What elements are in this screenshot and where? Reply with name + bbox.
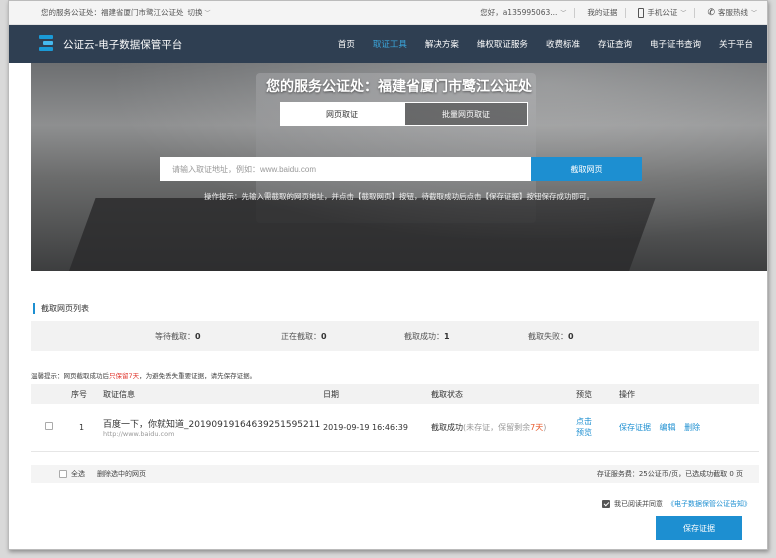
- user-greeting-menu[interactable]: 您好，a135995063... ﹀: [480, 7, 566, 18]
- capture-stats-bar: 等待截取：0 正在截取：0 截取成功：1 截取失败：0: [31, 321, 759, 351]
- nav-rights-service[interactable]: 维权取证服务: [477, 38, 528, 50]
- col-actions: 操作: [619, 384, 759, 404]
- mobile-phone-icon: [638, 7, 645, 18]
- select-all-label[interactable]: 全选: [71, 469, 85, 479]
- hero-title: 您的服务公证处：福建省厦门市鹭江公证处: [266, 79, 532, 95]
- url-capture-form: 截取网页: [160, 157, 642, 181]
- stat-success: 截取成功：1: [404, 331, 450, 341]
- main-navbar: 公证云-电子数据保管平台 首页 取证工具 解决方案 维权取证服务 收费标准 存证…: [9, 25, 767, 63]
- row-info: 百度一下，你就知道_20190919164639251595211 http:/…: [103, 404, 323, 452]
- chevron-down-icon: ﹀: [560, 10, 567, 17]
- delete-selected-button[interactable]: 删除选中的网页: [97, 469, 146, 479]
- chevron-down-icon: ﹀: [750, 10, 757, 17]
- tab-batch-capture[interactable]: 批量网页取证: [404, 102, 528, 126]
- tab-webpage-capture[interactable]: 网页取证: [280, 102, 404, 126]
- retention-notice: 温馨提示：网页截取成功后只保留7天，为避免丢失重要证据，请先保存证据。: [31, 372, 257, 380]
- capture-table: 序号 取证信息 日期 截取状态 预览 操作 1 百度一下，你就知道_201909…: [31, 384, 759, 452]
- divider: [574, 7, 576, 18]
- service-office-label: 您的服务公证处：福建省厦门市鹭江公证处: [41, 8, 184, 17]
- nav-about[interactable]: 关于平台: [719, 38, 753, 50]
- divider: [694, 7, 696, 18]
- top-utility-bar: 您的服务公证处：福建省厦门市鹭江公证处 切换 ﹀ 您好，a135995063..…: [9, 1, 767, 25]
- row-checkbox[interactable]: [45, 422, 53, 431]
- operation-tip: 操作提示：先输入需截取的网页地址，并点击【截取网页】按钮，待截取成功后点击【保存…: [204, 192, 594, 201]
- row-index: 1: [71, 404, 103, 452]
- row-status: 截取成功(未存证，保留剩余7天): [431, 404, 576, 452]
- edit-link[interactable]: 编辑: [660, 423, 676, 432]
- chevron-down-icon: ﹀: [680, 10, 687, 17]
- divider: [625, 7, 627, 18]
- url-input[interactable]: [160, 157, 531, 181]
- platform-logo-icon: [39, 35, 53, 53]
- telephone-icon: ✆: [707, 7, 715, 18]
- chevron-down-icon: ﹀: [204, 10, 211, 17]
- nav-home[interactable]: 首页: [338, 38, 355, 50]
- save-evidence-link[interactable]: 保存证据: [619, 423, 651, 432]
- nav-evidence-query[interactable]: 存证查询: [598, 38, 632, 50]
- row-date: 2019-09-19 16:46:39: [323, 404, 431, 452]
- hero-banner: 您的服务公证处：福建省厦门市鹭江公证处 网页取证 批量网页取证 截取网页 操作提…: [31, 63, 767, 271]
- save-evidence-button[interactable]: 保存证据: [656, 516, 742, 540]
- hotline-label: 客服热线: [717, 8, 748, 17]
- nav-evidence-tools[interactable]: 取证工具: [373, 38, 407, 50]
- agree-checkbox[interactable]: [602, 500, 610, 508]
- row-url: http://www.baidu.com: [103, 429, 175, 438]
- agreement-row: 我已阅读并同意 《电子数据保管公证告知》: [602, 499, 751, 509]
- capture-mode-tabs: 网页取证 批量网页取证: [280, 102, 528, 126]
- bulk-action-bar: 全选 删除选中的网页 存证服务费：25公证币/页，已选成功截取 0 页: [31, 465, 759, 483]
- browser-page: 您的服务公证处：福建省厦门市鹭江公证处 切换 ﹀ 您好，a135995063..…: [8, 0, 768, 550]
- mobile-notary-menu[interactable]: 手机公证 ﹀: [638, 7, 686, 18]
- switch-office-link[interactable]: 切换: [188, 7, 203, 18]
- table-header-row: 序号 取证信息 日期 截取状态 预览 操作: [31, 384, 759, 404]
- nav-solutions[interactable]: 解决方案: [425, 38, 459, 50]
- table-row: 1 百度一下，你就知道_20190919164639251595211 http…: [31, 404, 759, 452]
- capture-webpage-button[interactable]: 截取网页: [531, 157, 642, 181]
- fee-info: 存证服务费：25公证币/页，已选成功截取 0 页: [596, 470, 743, 478]
- col-status: 截取状态: [431, 384, 576, 404]
- my-certificates-link[interactable]: 我的证据: [587, 7, 617, 18]
- stat-failed: 截取失败：0: [528, 331, 574, 341]
- mobile-notary-label: 手机公证: [647, 8, 678, 17]
- stat-waiting: 等待截取：0: [155, 331, 201, 341]
- select-all-checkbox[interactable]: [59, 470, 67, 478]
- nav-pricing[interactable]: 收费标准: [546, 38, 580, 50]
- nav-certificate-query[interactable]: 电子证书查询: [650, 38, 701, 50]
- nav-menu: 首页 取证工具 解决方案 维权取证服务 收费标准 存证查询 电子证书查询 关于平…: [320, 38, 753, 50]
- brand-name[interactable]: 公证云-电子数据保管平台: [63, 37, 182, 52]
- delete-link[interactable]: 删除: [684, 423, 700, 432]
- row-title: 百度一下，你就知道_20190919164639251595211: [103, 419, 321, 430]
- col-preview: 预览: [576, 384, 619, 404]
- notary-notice-link[interactable]: 《电子数据保管公证告知》: [667, 499, 751, 509]
- col-date: 日期: [323, 384, 431, 404]
- hotline-menu[interactable]: ✆ 客服热线 ﹀: [707, 7, 757, 18]
- capture-list-title: 截取网页列表: [33, 303, 89, 314]
- col-index: 序号: [71, 384, 103, 404]
- agree-label: 我已阅读并同意: [614, 500, 663, 508]
- stat-capturing: 正在截取：0: [281, 331, 327, 341]
- preview-link[interactable]: 点击 预览: [576, 404, 619, 452]
- user-greeting: 您好，a135995063...: [480, 8, 558, 17]
- col-info: 取证信息: [103, 384, 323, 404]
